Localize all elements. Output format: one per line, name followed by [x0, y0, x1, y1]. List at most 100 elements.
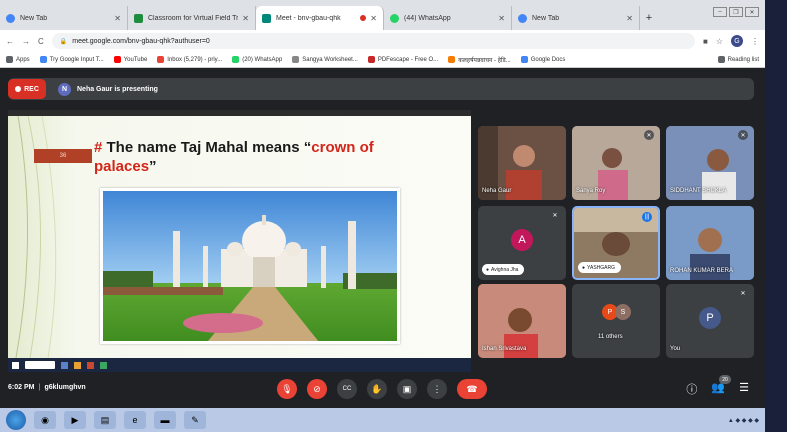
tab-title: (44) WhatsApp [404, 14, 451, 22]
hand-icon: ✋ [371, 383, 383, 394]
url-field[interactable]: 🔒 meet.google.com/bnv-gbau-qhk?authuser=… [51, 33, 695, 49]
windows-start-icon [12, 361, 19, 369]
camera-icon[interactable]: ■ [703, 37, 708, 46]
present-button[interactable]: ▣ [397, 379, 417, 399]
pin-icon: ● [486, 266, 490, 273]
bookmark-item[interactable]: YouTube [113, 56, 147, 63]
tab-title: Meet - bnv-gbau-qhk [276, 14, 341, 22]
participant-tile[interactable]: Ishan Srivastava [478, 284, 566, 358]
self-tile[interactable]: ✕ P You [666, 284, 754, 358]
more-options-button[interactable]: ⋮ [427, 379, 447, 399]
bookmark-item[interactable]: Sangya Worksheet... [292, 56, 358, 63]
reload-icon[interactable]: C [38, 37, 44, 46]
tab-meet[interactable]: Meet - bnv-gbau-qhk ✕ [256, 6, 384, 30]
mic-off-icon: ✕ [644, 130, 654, 140]
explorer-icon[interactable]: ▤ [94, 411, 116, 429]
meeting-controls: 6:02 PM | g6klumghvn 🎙 ⊘ CC ✋ ▣ ⋮ ☎ ⓘ 👥 ☰ … [0, 372, 765, 408]
slide-number: 36 [34, 149, 92, 163]
tab-new-tab-2[interactable]: New Tab ✕ [512, 6, 640, 30]
camera-toggle-button[interactable]: ⊘ [307, 379, 327, 399]
bookmark-item[interactable]: Try Google Input T... [39, 56, 104, 63]
record-icon [15, 86, 22, 92]
star-icon[interactable]: ☆ [716, 37, 723, 46]
maximize-button[interactable]: ❐ [729, 7, 743, 17]
chrome-taskbar-icon[interactable]: ◉ [34, 411, 56, 429]
close-window-button[interactable]: ✕ [745, 7, 759, 17]
leave-call-button[interactable]: ☎ [457, 379, 487, 399]
tab-title: New Tab [20, 14, 48, 22]
profile-avatar[interactable]: G [731, 35, 743, 47]
raise-hand-button[interactable]: ✋ [367, 379, 387, 399]
bookmark-item[interactable]: Google Docs [520, 56, 565, 63]
bookmark-item[interactable]: (20) WhatsApp [232, 56, 282, 63]
recording-dot-icon [360, 15, 367, 21]
tab-classroom[interactable]: Classroom for Virtual Field Trip ✕ [128, 6, 256, 30]
close-icon[interactable]: ✕ [498, 14, 505, 23]
self-avatar: P [699, 307, 721, 329]
windows-taskbar: ◉ ▶ ▤ e ▬ ✎ ▲ ◆ ◆ ◆ ◆ [0, 408, 765, 432]
tab-title: New Tab [532, 14, 560, 22]
bookmark-apps[interactable]: Apps [6, 56, 30, 63]
camera-off-icon: ⊘ [313, 383, 321, 394]
activities-icon[interactable]: ☰ [739, 381, 749, 397]
chrome-icon [6, 13, 15, 23]
participant-tile[interactable]: ✕ A ● Avighna Jha [478, 206, 566, 280]
back-icon[interactable]: ← [6, 37, 14, 46]
participant-tile[interactable]: ROHAN KUMAR BERA [666, 206, 754, 280]
taskbar-app-icon [87, 361, 94, 369]
meet-area: REC N Neha Gaur is presenting 36 # The n… [0, 68, 765, 408]
captions-button[interactable]: CC [337, 379, 357, 399]
close-icon[interactable]: ✕ [626, 14, 633, 23]
edge-icon[interactable]: e [124, 411, 146, 429]
chrome-icon [518, 13, 527, 23]
others-avatar: S [615, 304, 631, 320]
mic-off-icon: ✕ [738, 130, 748, 140]
mic-toggle-button[interactable]: 🎙 [277, 379, 297, 399]
meet-icon [262, 13, 271, 23]
close-icon[interactable]: ✕ [370, 14, 377, 23]
new-tab-button[interactable]: + [640, 6, 658, 30]
tab-title: Classroom for Virtual Field Trip [148, 14, 239, 22]
presenter-text: Neha Gaur is presenting [77, 85, 158, 93]
pdfescape-icon [367, 56, 375, 63]
bookmark-label: Try Google Input T... [49, 56, 104, 63]
menu-icon[interactable]: ⋮ [751, 37, 759, 46]
tab-new-tab-1[interactable]: New Tab ✕ [0, 6, 128, 30]
rec-button[interactable]: REC [8, 79, 46, 99]
mic-off-icon: ✕ [550, 210, 560, 220]
others-count: 11 others [598, 334, 623, 340]
google-icon [39, 56, 47, 63]
windows-start-button[interactable] [6, 410, 26, 430]
participant-name: YASHGARG [587, 264, 615, 271]
notepad-icon[interactable]: ✎ [184, 411, 206, 429]
close-icon[interactable]: ✕ [242, 14, 249, 23]
participant-tile-speaking[interactable]: ||| ● YASHGARG [572, 206, 660, 280]
forward-icon[interactable]: → [22, 37, 30, 46]
tab-whatsapp[interactable]: (44) WhatsApp ✕ [384, 6, 512, 30]
presenter-taskbar [8, 358, 471, 372]
info-icon[interactable]: ⓘ [686, 381, 697, 397]
captions-icon: CC [342, 386, 352, 392]
video-app-icon[interactable]: ▬ [154, 411, 176, 429]
bookmark-label: (20) WhatsApp [242, 56, 283, 63]
minimize-button[interactable]: – [713, 7, 727, 17]
media-player-icon[interactable]: ▶ [64, 411, 86, 429]
participant-tile[interactable]: Neha Gaur [478, 126, 566, 200]
taj-mahal-image [103, 191, 397, 341]
participant-tile[interactable]: ✕ SIDDHANT SHUKLA [666, 126, 754, 200]
control-buttons: 🎙 ⊘ CC ✋ ▣ ⋮ ☎ [277, 379, 487, 399]
others-tile[interactable]: P S 11 others [572, 284, 660, 358]
close-icon[interactable]: ✕ [114, 14, 121, 23]
meeting-info: 6:02 PM | g6klumghvn [8, 384, 86, 391]
taskbar-app-icon [100, 361, 107, 369]
bookmark-item[interactable]: Inbox (5,279) - priy... [157, 56, 222, 63]
bookmark-item[interactable]: कलहर्षपन्नवाचन - हेडि... [448, 56, 511, 64]
mic-off-icon: 🎙 [281, 383, 293, 394]
system-tray[interactable]: ▲ ◆ ◆ ◆ ◆ [728, 417, 759, 424]
reading-list[interactable]: Reading list [717, 56, 759, 63]
participant-name: SIDDHANT SHUKLA [670, 188, 727, 194]
participant-tile[interactable]: ✕ Sanya Roy [572, 126, 660, 200]
participant-name: Ishan Srivastava [482, 346, 527, 352]
bookmark-item[interactable]: PDFescape - Free O... [367, 56, 438, 63]
youtube-icon [113, 56, 121, 63]
